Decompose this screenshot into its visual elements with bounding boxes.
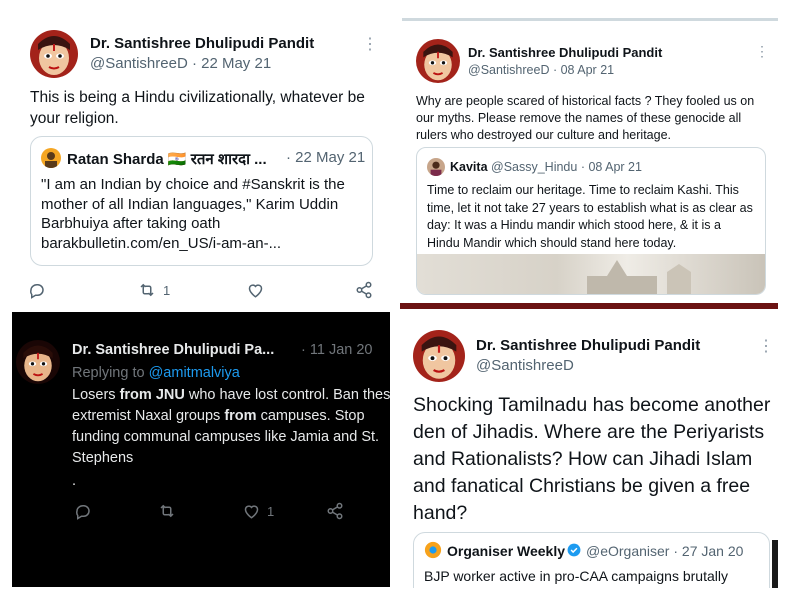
divider <box>400 303 778 309</box>
like-count: 1 <box>267 503 275 519</box>
share-button[interactable] <box>355 281 373 299</box>
quote-handle: @Sassy_Hindu · 08 Apr 21 <box>491 160 642 174</box>
retweet-button[interactable]: 1 <box>137 281 170 299</box>
right-edge-bar <box>772 540 778 588</box>
tweet-date[interactable]: · 22 May 21 <box>192 55 271 72</box>
quote-avatar <box>427 158 445 176</box>
quote-text: "I am an Indian by choice and #Sanskrit … <box>41 176 345 252</box>
avatar[interactable] <box>30 30 78 78</box>
share-icon <box>327 502 343 520</box>
quote-text: BJP worker active in pro-CAA campaigns b… <box>424 568 728 584</box>
handle-text[interactable]: @SantishreeD <box>90 55 188 72</box>
author-handle[interactable]: @SantishreeD · 22 May 21 <box>90 55 271 72</box>
quote-text: Time to reclaim our heritage. Time to re… <box>427 183 753 250</box>
quoted-tweet[interactable]: Ratan Sharda 🇮🇳 रतन शारदा ... · 22 May 2… <box>30 136 373 266</box>
quote-author-name: Ratan Sharda 🇮🇳 रतन शारदा ... <box>67 151 267 168</box>
author-name[interactable]: Dr. Santishree Dhulipudi Pandit <box>90 35 314 52</box>
temple-silhouette <box>587 260 691 294</box>
quote-date: · 22 May 21 <box>286 149 366 166</box>
avatar[interactable] <box>416 39 460 83</box>
reply-button[interactable] <box>74 502 92 520</box>
reply-mention-link[interactable]: @amitmalviya <box>149 365 240 381</box>
author-name[interactable]: Dr. Santishree Dhulipudi Pa... <box>72 342 274 358</box>
more-icon[interactable]: ⋮ <box>362 34 378 54</box>
tweet-text: Why are people scared of historical fact… <box>416 94 755 142</box>
tweet-panel-2: Dr. Santishree Dhulipudi Pandit ⋮ @Santi… <box>402 18 778 303</box>
tweet-panel-3: Dr. Santishree Dhulipudi Pa... · 11 Jan … <box>12 312 390 587</box>
replying-label: Replying to <box>72 365 145 381</box>
share-icon <box>356 281 372 299</box>
retweet-icon <box>160 504 174 518</box>
tweet-text: Losers from JNU who have lost control. B… <box>72 385 390 469</box>
reply-button[interactable] <box>28 281 46 299</box>
bold-text-fragment: from JNU <box>119 387 185 403</box>
reply-icon <box>76 505 90 520</box>
verified-badge-icon <box>567 543 581 557</box>
tweet-date[interactable]: · 11 Jan 20 <box>301 342 372 358</box>
reply-icon <box>30 284 44 299</box>
tweet-trailing-text: . <box>72 473 77 489</box>
tweet-text: Shocking Tamilnadu has become another de… <box>413 394 771 524</box>
quote-author-name: Kavita <box>450 160 488 174</box>
more-icon[interactable]: ⋮ <box>758 336 774 356</box>
like-icon <box>244 505 259 519</box>
quote-handle: @eOrganiser · 27 Jan 20 <box>586 543 744 559</box>
tweet-text: This is being a Hindu civilizationally, … <box>30 89 365 127</box>
author-handle[interactable]: @SantishreeD <box>476 357 574 374</box>
tweet-panel-4: Dr. Santishree Dhulipudi Pandit ⋮ @Santi… <box>400 310 790 588</box>
quoted-tweet[interactable]: Kavita @Sassy_Hindu · 08 Apr 21 Time to … <box>416 147 766 295</box>
quote-author-name: Organiser Weekly <box>447 543 566 559</box>
author-name[interactable]: Dr. Santishree Dhulipudi Pandit <box>468 45 662 60</box>
avatar[interactable] <box>16 340 60 384</box>
bold-text-fragment: from <box>224 408 257 425</box>
like-icon <box>248 284 263 298</box>
quote-media-image[interactable] <box>417 254 765 294</box>
like-button[interactable]: 1 <box>242 502 274 520</box>
author-name[interactable]: Dr. Santishree Dhulipudi Pandit <box>476 337 700 354</box>
retweet-icon <box>140 283 154 297</box>
share-button[interactable] <box>326 502 344 520</box>
quoted-tweet[interactable]: Organiser Weekly @eOrganiser · 27 Jan 20… <box>413 532 770 588</box>
text-fragment: Losers <box>72 387 120 403</box>
author-handle[interactable]: @SantishreeD · 08 Apr 21 <box>468 63 614 77</box>
like-button[interactable] <box>246 281 265 299</box>
replying-to: Replying to @amitmalviya <box>72 364 240 384</box>
quote-avatar <box>41 148 61 168</box>
tweet-panel-1: Dr. Santishree Dhulipudi Pandit ⋮ @Santi… <box>0 0 395 305</box>
avatar[interactable] <box>413 330 465 382</box>
more-icon[interactable]: ⋮ <box>755 43 769 60</box>
quote-avatar <box>424 541 442 559</box>
retweet-count: 1 <box>163 282 171 298</box>
retweet-button[interactable] <box>157 502 177 520</box>
